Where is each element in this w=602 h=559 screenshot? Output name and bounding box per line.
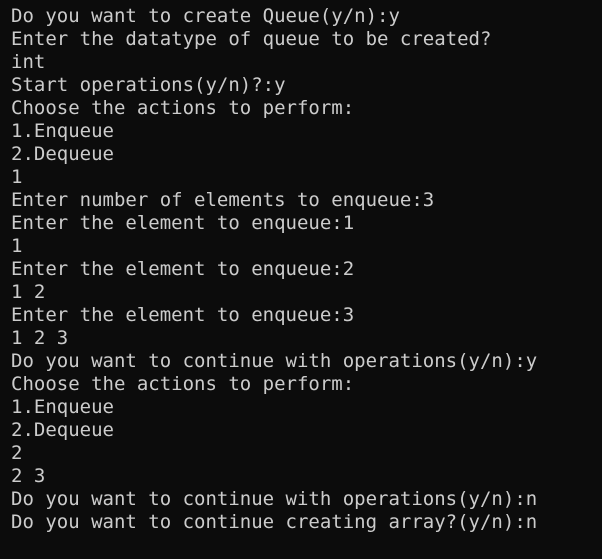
terminal-line-datatype-input: int	[11, 51, 46, 73]
terminal-line-continue-operations-prompt: Do you want to continue with operations(…	[11, 488, 538, 510]
terminal-line-action-input: 2	[11, 442, 23, 464]
terminal-line-menu-dequeue: 2.Dequeue	[11, 143, 114, 165]
terminal-line-continue-creating-prompt: Do you want to continue creating array?(…	[11, 511, 538, 533]
terminal-line-start-operations-prompt: Start operations(y/n)?:y	[11, 74, 286, 96]
terminal-line-element-count-prompt: Enter number of elements to enqueue:3	[11, 189, 435, 211]
terminal-line-enqueue-prompt: Enter the element to enqueue:1	[11, 212, 355, 234]
terminal-window[interactable]: Do you want to create Queue(y/n):y Enter…	[0, 0, 602, 559]
terminal-line-enqueue-prompt: Enter the element to enqueue:3	[11, 304, 355, 326]
terminal-line-continue-operations-prompt: Do you want to continue with operations(…	[11, 350, 538, 372]
terminal-line-menu-dequeue: 2.Dequeue	[11, 419, 114, 441]
terminal-line-queue-state: 1 2	[11, 281, 46, 303]
terminal-line-queue-state: 2 3	[11, 465, 46, 487]
terminal-line-enqueue-prompt: Enter the element to enqueue:2	[11, 258, 355, 280]
terminal-line-queue-state: 1	[11, 235, 23, 257]
terminal-line-action-input: 1	[11, 166, 23, 188]
terminal-line-create-queue-prompt: Do you want to create Queue(y/n):y	[11, 5, 400, 27]
terminal-line-datatype-prompt: Enter the datatype of queue to be create…	[11, 28, 492, 50]
terminal-line-menu-enqueue: 1.Enqueue	[11, 120, 114, 142]
terminal-line-menu-enqueue: 1.Enqueue	[11, 396, 114, 418]
terminal-line-choose-actions: Choose the actions to perform:	[11, 373, 355, 395]
terminal-line-queue-state: 1 2 3	[11, 327, 69, 349]
terminal-line-choose-actions: Choose the actions to perform:	[11, 97, 355, 119]
